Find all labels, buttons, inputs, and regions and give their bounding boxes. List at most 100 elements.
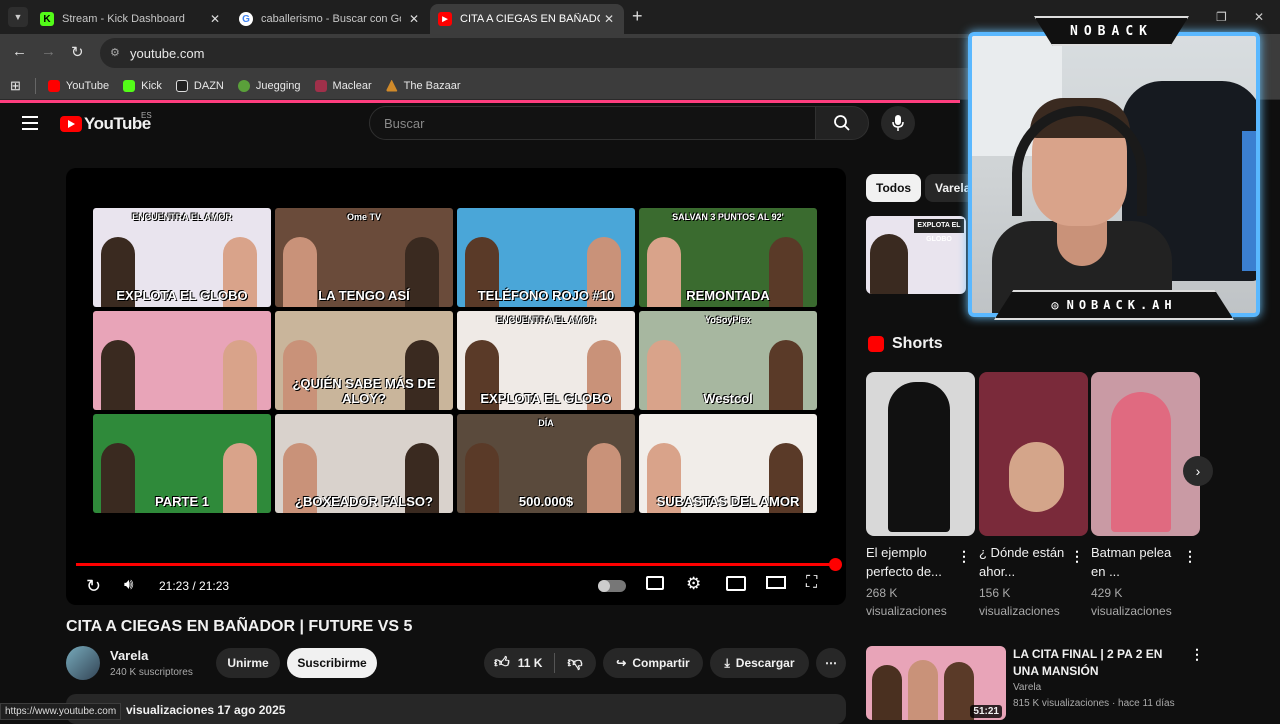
share-button[interactable]: ↪ Compartir xyxy=(603,648,703,678)
tab-title: CITA A CIEGAS EN BAÑADOR | F xyxy=(460,13,600,25)
thumb-person xyxy=(223,340,257,410)
thumb-subcaption: ENCUENTRA EL AMOR xyxy=(496,315,596,325)
tab-title: caballerismo - Buscar con Goog xyxy=(261,13,401,25)
replay-icon[interactable]: ↻ xyxy=(86,576,101,597)
recommended-menu-icon[interactable]: ⋮ xyxy=(1190,646,1204,663)
new-tab-icon[interactable]: + xyxy=(632,6,643,27)
progress-scrubber[interactable] xyxy=(829,558,842,571)
miniplayer-icon[interactable] xyxy=(726,576,746,591)
bookmark-kick[interactable]: Kick xyxy=(123,79,162,92)
dislike-icon[interactable]: 👎︎ xyxy=(567,654,582,672)
progress-bar[interactable] xyxy=(76,558,842,571)
theater-mode-icon[interactable] xyxy=(766,576,786,589)
end-screen-video-thumbnail[interactable]: DÍA 500.000$ xyxy=(457,414,635,513)
short-card-thumbnail[interactable] xyxy=(866,372,975,536)
short-views: 429 K visualizaciones xyxy=(1091,586,1172,618)
recommended-thumbnail-top[interactable]: EXPLOTA EL GLOBO xyxy=(866,216,966,294)
dazn-icon xyxy=(175,79,188,92)
url-text: youtube.com xyxy=(130,45,205,61)
channel-name[interactable]: Varela xyxy=(110,648,148,663)
search-input[interactable]: Buscar xyxy=(369,106,816,140)
youtube-logo[interactable]: YouTube xyxy=(60,114,151,134)
short-views: 156 K visualizaciones xyxy=(979,586,1060,618)
hamburger-menu-icon[interactable] xyxy=(22,116,38,130)
short-title[interactable]: Batman pelea en ... xyxy=(1091,543,1181,581)
short-title[interactable]: El ejemplo perfecto de... xyxy=(866,543,956,581)
thumb-caption: EXPLOTA EL GLOBO xyxy=(480,391,612,406)
video-title: CITA A CIEGAS EN BAÑADOR | FUTURE VS 5 xyxy=(66,618,413,635)
shorts-next-icon[interactable]: › xyxy=(1183,456,1213,486)
apps-grid-icon[interactable]: ⊞ xyxy=(10,78,21,94)
chip-todos[interactable]: Todos xyxy=(866,174,922,202)
short-menu-icon[interactable]: ⋮ xyxy=(1183,548,1197,565)
settings-icon[interactable]: ⚙ xyxy=(686,574,701,594)
bazaar-icon xyxy=(385,79,398,92)
download-button[interactable]: ⤓ Descargar xyxy=(710,648,809,678)
subscribe-button[interactable]: Suscribirme xyxy=(287,648,377,678)
thumb-subcaption: Ome TV xyxy=(346,212,381,222)
end-screen-video-thumbnail[interactable]: YoSoyPlex Westcol xyxy=(639,311,817,410)
autoplay-toggle[interactable] xyxy=(598,580,626,592)
short-card-thumbnail[interactable] xyxy=(979,372,1088,536)
end-screen-video-thumbnail[interactable]: PARTE 1 xyxy=(93,414,271,513)
forward-icon[interactable]: → xyxy=(41,43,56,60)
search-button[interactable] xyxy=(815,106,869,140)
end-screen-video-thumbnail[interactable]: ¿BOXEADOR FALSO? xyxy=(275,414,453,513)
back-icon[interactable]: ← xyxy=(12,43,27,60)
close-tab-icon[interactable]: ✕ xyxy=(409,12,419,26)
join-button[interactable]: Unirme xyxy=(216,648,280,678)
bookmark-youtube[interactable]: YouTube xyxy=(47,79,109,92)
page-load-bar xyxy=(0,100,960,103)
end-screen-video-thumbnail[interactable]: SALVAN 3 PUNTOS AL 92' REMONTADA xyxy=(639,208,817,307)
end-screen-video-thumbnail[interactable]: ENCUENTRA EL AMOR EXPLOTA EL GLOBO xyxy=(457,311,635,410)
close-tab-icon[interactable]: ✕ xyxy=(604,12,614,26)
recommended-title[interactable]: LA CITA FINAL | 2 PA 2 EN UNA MANSIÓN xyxy=(1013,646,1188,680)
youtube-favicon-icon: ▶ xyxy=(438,12,452,26)
like-icon[interactable]: 👍︎ xyxy=(494,654,510,672)
recommended-channel[interactable]: Varela xyxy=(1013,682,1041,693)
fullscreen-icon[interactable]: ⛶ xyxy=(806,574,817,592)
short-menu-icon[interactable]: ⋮ xyxy=(1070,548,1084,565)
tab-kick-dashboard[interactable]: K Stream - Kick Dashboard ✕ xyxy=(32,4,230,34)
end-screen-video-thumbnail[interactable]: TELÉFONO ROJO #10 xyxy=(457,208,635,307)
end-screen-video-thumbnail[interactable]: ENCUENTRA EL AMOR EXPLOTA EL GLOBO xyxy=(93,208,271,307)
end-screen-video-thumbnail[interactable] xyxy=(93,311,271,410)
bookmark-maclear[interactable]: Maclear xyxy=(314,79,372,92)
tab-google-search[interactable]: G caballerismo - Buscar con Goog ✕ xyxy=(231,4,429,34)
autoplay-toggle-knob xyxy=(598,580,610,592)
short-title[interactable]: ¿ Dónde están ahor... xyxy=(979,543,1069,581)
thumb-caption: 500.000$ xyxy=(518,494,574,509)
thumb-person xyxy=(101,340,135,410)
end-screen-video-thumbnail[interactable]: SUBASTAS DEL AMOR xyxy=(639,414,817,513)
search-icon xyxy=(834,115,850,131)
volume-icon[interactable]: 🔊︎ xyxy=(124,576,133,593)
address-bar[interactable]: ⚙ youtube.com xyxy=(100,38,1000,68)
short-card-thumbnail[interactable] xyxy=(1091,372,1200,536)
voice-search-button[interactable] xyxy=(881,106,915,140)
bookmark-the-bazaar[interactable]: The Bazaar xyxy=(385,79,461,92)
subtitles-icon[interactable] xyxy=(646,576,664,590)
like-count[interactable]: 11 K xyxy=(518,656,543,670)
thumb-caption: TELÉFONO ROJO #10 xyxy=(477,288,615,303)
end-screen-video-thumbnail[interactable]: Ome TV LA TENGO ASÍ xyxy=(275,208,453,307)
bookmark-dazn[interactable]: DAZN xyxy=(175,79,224,92)
reload-icon[interactable]: ↻ xyxy=(71,43,84,61)
thumb-subcaption: YoSoyPlex xyxy=(705,315,751,325)
end-screen-video-thumbnail[interactable]: ¿QUIÉN SABE MÁS DE ALOY? xyxy=(275,311,453,410)
close-tab-icon[interactable]: ✕ xyxy=(210,12,220,26)
thumb-caption: Westcol xyxy=(703,391,753,406)
channel-avatar[interactable] xyxy=(66,646,100,680)
more-actions-button[interactable]: ⋯ xyxy=(816,648,846,678)
thumb-subcaption: DÍA xyxy=(538,418,554,428)
site-info-icon[interactable]: ⚙ xyxy=(110,46,120,59)
kick-icon xyxy=(123,79,136,92)
streamer-handle-banner: ◎ NOBACK.AH xyxy=(994,290,1234,320)
recommended-video-thumbnail[interactable]: 51:21 xyxy=(866,646,1006,720)
tab-youtube-video[interactable]: ▶ CITA A CIEGAS EN BAÑADOR | F ✕ xyxy=(430,4,624,34)
juegging-icon xyxy=(237,79,250,92)
bookmark-juegging[interactable]: Juegging xyxy=(237,79,301,92)
tab-search-dropdown-icon[interactable]: ▼ xyxy=(8,7,28,27)
youtube-icon xyxy=(47,79,60,92)
video-player[interactable]: ENCUENTRA EL AMOR EXPLOTA EL GLOBO Ome TV L… xyxy=(66,168,846,605)
short-menu-icon[interactable]: ⋮ xyxy=(957,548,971,565)
